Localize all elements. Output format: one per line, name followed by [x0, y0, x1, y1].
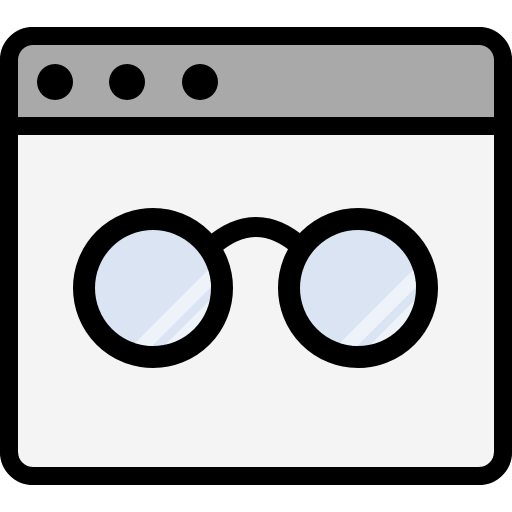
- left-lens: [73, 208, 233, 368]
- right-lens: [278, 208, 438, 368]
- window-dot-3: [182, 64, 218, 100]
- window-dot-2: [109, 64, 145, 100]
- icon-canvas: [0, 0, 512, 512]
- window-title-bar: [18, 45, 494, 125]
- incognito-browser-window-icon: [0, 27, 512, 485]
- window-dot-1: [37, 64, 73, 100]
- title-bar-dots: [37, 64, 218, 100]
